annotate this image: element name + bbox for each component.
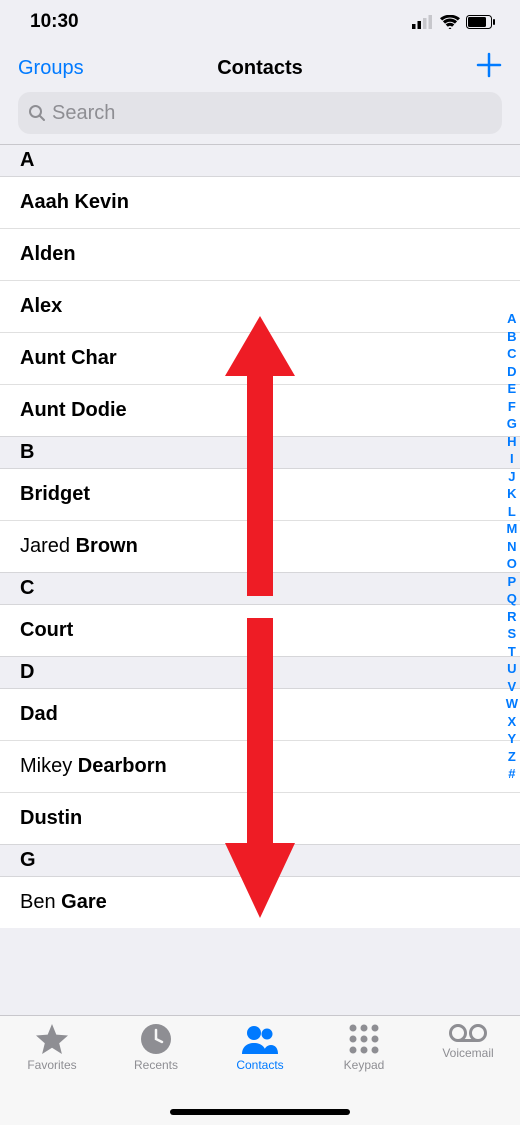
tab-favorites[interactable]: Favorites — [0, 1024, 104, 1072]
tab-voicemail[interactable]: Voicemail — [416, 1024, 520, 1060]
index-letter[interactable]: C — [507, 345, 516, 363]
tab-label: Voicemail — [442, 1046, 493, 1060]
search-wrap: Search — [0, 92, 520, 144]
index-letter[interactable]: L — [508, 503, 516, 521]
index-letter[interactable]: M — [506, 520, 517, 538]
plus-icon — [476, 52, 502, 78]
index-letter[interactable]: B — [507, 328, 516, 346]
index-letter[interactable]: P — [508, 573, 517, 591]
add-contact-button[interactable] — [476, 52, 502, 84]
index-letter[interactable]: R — [507, 608, 516, 626]
contact-row[interactable]: Aaah Kevin — [0, 177, 520, 229]
groups-button[interactable]: Groups — [18, 57, 84, 80]
status-bar: 10:30 — [0, 0, 520, 44]
status-icons — [412, 15, 496, 29]
nav-bar: Groups Contacts — [0, 44, 520, 92]
wifi-icon — [440, 15, 460, 29]
tab-label: Keypad — [344, 1058, 385, 1072]
tab-recents[interactable]: Recents — [104, 1024, 208, 1072]
index-letter[interactable]: V — [508, 678, 517, 696]
index-letter[interactable]: K — [507, 485, 516, 503]
index-letter[interactable]: I — [510, 450, 514, 468]
index-letter[interactable]: Z — [508, 748, 516, 766]
tab-label: Recents — [134, 1058, 178, 1072]
star-icon — [36, 1024, 68, 1054]
page-title: Contacts — [217, 57, 303, 80]
battery-icon — [466, 15, 496, 29]
index-letter[interactable]: D — [507, 363, 516, 381]
tab-label: Contacts — [236, 1058, 283, 1072]
index-letter[interactable]: T — [508, 643, 516, 661]
cellular-icon — [412, 15, 434, 29]
clock-icon — [141, 1024, 171, 1054]
index-letter[interactable]: O — [507, 555, 517, 573]
contacts-icon — [242, 1024, 278, 1054]
search-placeholder: Search — [52, 102, 115, 125]
index-letter[interactable]: J — [508, 468, 515, 486]
index-letter[interactable]: G — [507, 415, 517, 433]
index-letter[interactable]: X — [508, 713, 517, 731]
index-letter[interactable]: F — [508, 398, 516, 416]
index-letter[interactable]: H — [507, 433, 516, 451]
search-input[interactable]: Search — [18, 92, 502, 134]
status-time: 10:30 — [30, 11, 79, 33]
scroll-arrow-up — [225, 316, 295, 596]
index-letter[interactable]: W — [506, 695, 518, 713]
index-letter[interactable]: Y — [508, 730, 517, 748]
index-letter[interactable]: N — [507, 538, 516, 556]
keypad-icon — [349, 1024, 379, 1054]
index-letter[interactable]: Q — [507, 590, 517, 608]
tab-keypad[interactable]: Keypad — [312, 1024, 416, 1072]
index-letter[interactable]: A — [507, 310, 516, 328]
tab-label: Favorites — [27, 1058, 76, 1072]
home-indicator[interactable] — [170, 1109, 350, 1115]
index-scrubber[interactable]: ABCDEFGHIJKLMNOPQRSTUVWXYZ# — [506, 310, 518, 783]
section-header: A — [0, 145, 520, 177]
index-letter[interactable]: S — [508, 625, 517, 643]
index-letter[interactable]: E — [508, 380, 517, 398]
search-icon — [28, 104, 46, 122]
scroll-arrow-down — [225, 618, 295, 918]
tab-contacts[interactable]: Contacts — [208, 1024, 312, 1072]
index-letter[interactable]: U — [507, 660, 516, 678]
index-letter[interactable]: # — [508, 765, 515, 783]
contact-row[interactable]: Alden — [0, 229, 520, 281]
voicemail-icon — [449, 1024, 487, 1042]
